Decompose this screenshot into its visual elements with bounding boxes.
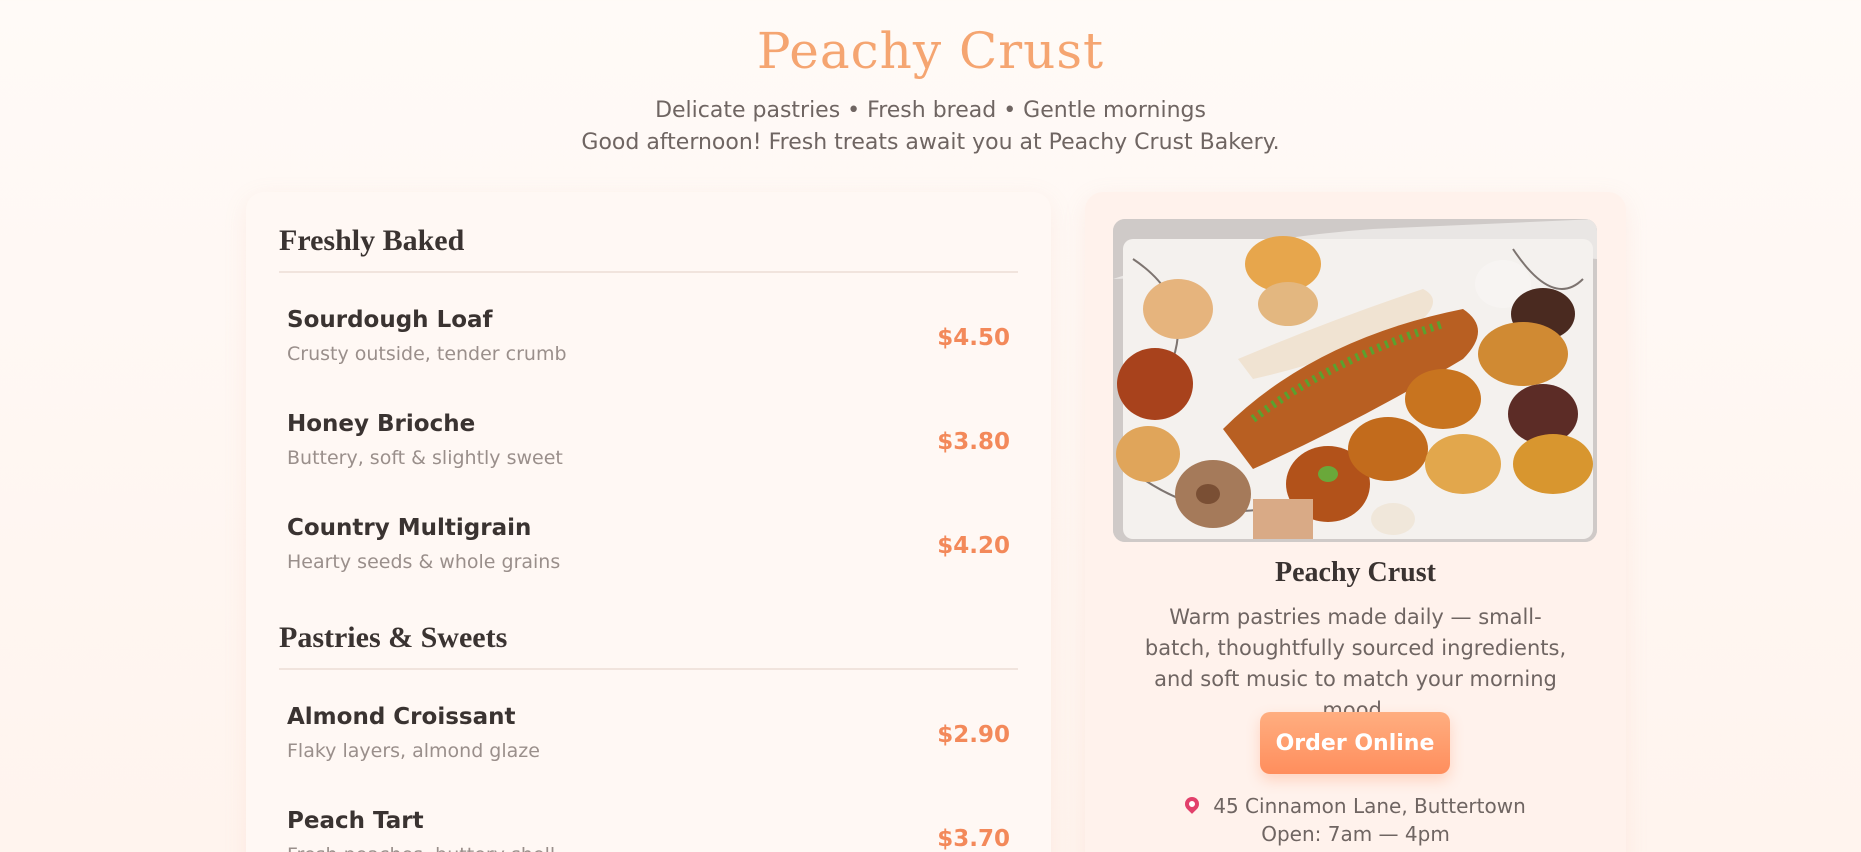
section-title-freshly-baked: Freshly Baked xyxy=(279,224,465,257)
item-name: Peach Tart xyxy=(287,808,424,834)
menu-card: Freshly Baked Sourdough Loaf Crusty outs… xyxy=(246,192,1051,852)
item-description: Hearty seeds & whole grains xyxy=(287,551,561,573)
menu-item[interactable]: Almond Croissant Flaky layers, almond gl… xyxy=(287,704,1010,784)
item-name: Honey Brioche xyxy=(287,411,476,437)
section-divider xyxy=(279,271,1018,273)
item-name: Country Multigrain xyxy=(287,515,532,541)
address-text: 45 Cinnamon Lane, Buttertown xyxy=(1213,794,1526,818)
item-description: Fresh peaches, buttery shell xyxy=(287,844,555,852)
bakery-description: Warm pastries made daily — small-batch, … xyxy=(1144,605,1567,722)
pastry-platter-illustration xyxy=(1113,219,1597,542)
menu-item[interactable]: Sourdough Loaf Crusty outside, tender cr… xyxy=(287,307,1010,387)
item-price: $3.80 xyxy=(937,429,1010,455)
section-title-pastries: Pastries & Sweets xyxy=(279,621,508,654)
bakery-title: Peachy Crust xyxy=(756,22,1105,80)
bakery-info-card: Peachy Crust Warm pastries made daily — … xyxy=(1085,192,1626,852)
section-divider xyxy=(279,668,1018,670)
item-description: Buttery, soft & slightly sweet xyxy=(287,447,563,469)
order-online-button[interactable]: Order Online xyxy=(1260,712,1450,774)
item-price: $3.70 xyxy=(937,826,1010,852)
item-name: Almond Croissant xyxy=(287,704,516,730)
item-price: $4.20 xyxy=(937,533,1010,559)
item-description: Crusty outside, tender crumb xyxy=(287,343,567,365)
bakery-address: 45 Cinnamon Lane, Buttertown xyxy=(1085,794,1626,818)
menu-item[interactable]: Peach Tart Fresh peaches, buttery shell … xyxy=(287,808,1010,852)
item-description: Flaky layers, almond glaze xyxy=(287,740,540,762)
item-price: $4.50 xyxy=(937,325,1010,351)
bakery-name: Peachy Crust xyxy=(1275,557,1436,588)
tagline: Delicate pastries • Fresh bread • Gentle… xyxy=(655,98,1206,123)
menu-item[interactable]: Honey Brioche Buttery, soft & slightly s… xyxy=(287,411,1010,491)
opening-hours: Open: 7am — 4pm xyxy=(1261,822,1450,846)
pastry-platter-photo xyxy=(1113,219,1597,542)
item-price: $2.90 xyxy=(937,722,1010,748)
menu-item[interactable]: Country Multigrain Hearty seeds & whole … xyxy=(287,515,1010,595)
item-name: Sourdough Loaf xyxy=(287,307,493,333)
greeting-message: Good afternoon! Fresh treats await you a… xyxy=(581,130,1280,155)
map-pin-icon xyxy=(1182,794,1203,814)
